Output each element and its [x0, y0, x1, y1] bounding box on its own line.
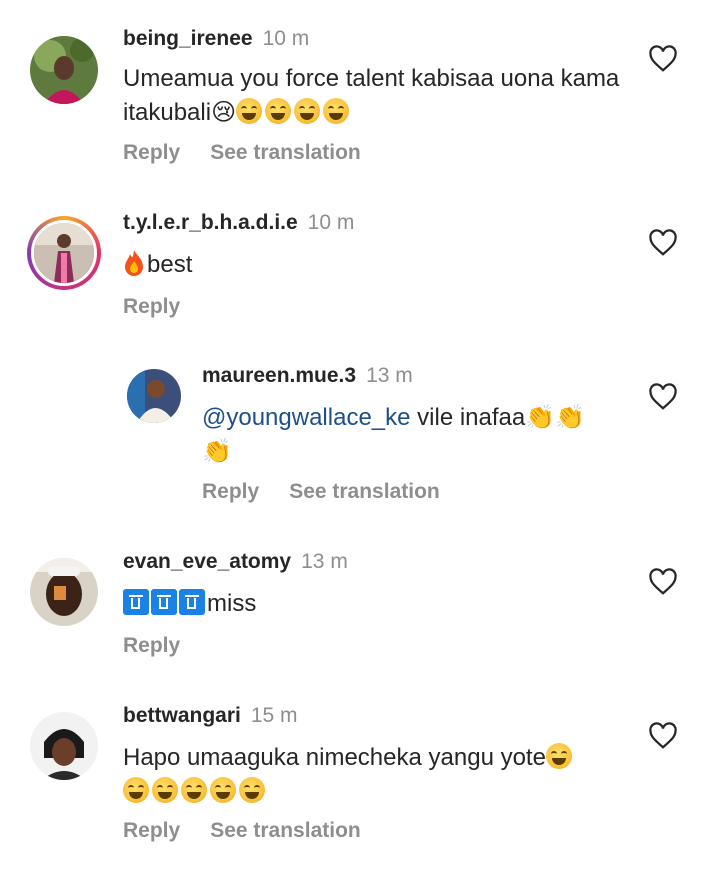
comment-meta: maureen.mue.3 13 m: [202, 364, 413, 388]
heart-outline-icon[interactable]: [648, 722, 678, 750]
avatar-story-ring[interactable]: [27, 216, 101, 290]
comment-actions: Reply: [123, 295, 210, 319]
reply-button[interactable]: Reply: [202, 480, 259, 503]
wastebasket-icon: [123, 589, 149, 615]
laughing-face-icon: [265, 98, 292, 124]
avatar[interactable]: [30, 36, 98, 104]
username[interactable]: maureen.mue.3: [202, 364, 356, 387]
reply-button[interactable]: Reply: [123, 295, 180, 318]
comment-meta: bettwangari 15 m: [123, 704, 298, 728]
username[interactable]: t.y.l.e.r_b.h.a.d.i.e: [123, 211, 298, 234]
clapping-hands-icon: 👏: [202, 438, 232, 465]
comment-body: miss: [207, 590, 257, 617]
reply-button[interactable]: Reply: [123, 634, 180, 657]
avatar[interactable]: [127, 369, 181, 423]
mention-link[interactable]: @youngwallace_ke: [202, 404, 411, 431]
laughing-face-icon: [210, 777, 236, 803]
comment-text: miss: [123, 587, 623, 621]
comment-text: @youngwallace_ke vile inafaa👏👏 👏: [202, 401, 622, 469]
see-translation-button[interactable]: See translation: [210, 141, 361, 164]
comment-actions: Reply See translation: [123, 141, 391, 165]
heart-outline-icon[interactable]: [648, 568, 678, 596]
comment-actions: Reply: [123, 634, 210, 658]
wastebasket-icon: [179, 589, 205, 615]
comment-body: vile inafaa: [410, 404, 526, 431]
avatar[interactable]: [30, 712, 98, 780]
wastebasket-icon: [151, 589, 177, 615]
clapping-hands-icon: 👏: [525, 404, 556, 431]
laughing-face-icon: [545, 743, 572, 769]
reply-button[interactable]: Reply: [123, 141, 180, 164]
comment-actions: Reply See translation: [202, 480, 470, 504]
comment-text: Hapo umaaguka nimecheka yangu yote: [123, 741, 623, 809]
timestamp: 13 m: [366, 364, 413, 387]
comment-body: Umeamua you force talent kabisaa uona ka…: [123, 65, 620, 126]
laughing-face-icon: [323, 98, 350, 124]
clapping-hands-icon: 👏: [555, 404, 586, 431]
timestamp: 15 m: [250, 704, 298, 727]
username[interactable]: being_irenee: [123, 27, 253, 50]
laughing-face-icon: [239, 777, 265, 803]
comment-actions: Reply See translation: [123, 819, 391, 843]
comment-text: Umeamua you force talent kabisaa uona ka…: [123, 62, 623, 130]
laughing-face-icon: [294, 98, 321, 124]
comment-meta: t.y.l.e.r_b.h.a.d.i.e 10 m: [123, 211, 354, 235]
comment-text: best: [123, 248, 623, 282]
timestamp: 13 m: [301, 550, 348, 573]
avatar[interactable]: [30, 558, 98, 626]
see-translation-button[interactable]: See translation: [210, 819, 361, 842]
laughing-face-icon: [181, 777, 207, 803]
timestamp: 10 m: [307, 211, 355, 234]
comment-meta: evan_eve_atomy 13 m: [123, 550, 348, 574]
avatar: [31, 220, 97, 286]
heart-outline-icon[interactable]: [648, 383, 678, 411]
heart-outline-icon[interactable]: [648, 45, 678, 73]
crying-face-icon: 😢: [211, 99, 237, 126]
username[interactable]: bettwangari: [123, 704, 241, 727]
timestamp: 10 m: [262, 27, 310, 50]
laughing-face-icon: [236, 98, 263, 124]
comment-body: Hapo umaaguka nimecheka yangu yote: [123, 744, 546, 771]
heart-outline-icon[interactable]: [648, 229, 678, 257]
laughing-face-icon: [152, 777, 178, 803]
see-translation-button[interactable]: See translation: [289, 480, 440, 503]
comment-meta: being_irenee 10 m: [123, 27, 309, 51]
laughing-face-icon: [123, 777, 149, 803]
comment-body: best: [147, 251, 193, 278]
username[interactable]: evan_eve_atomy: [123, 550, 291, 573]
fire-icon: [125, 250, 143, 276]
reply-button[interactable]: Reply: [123, 819, 180, 842]
